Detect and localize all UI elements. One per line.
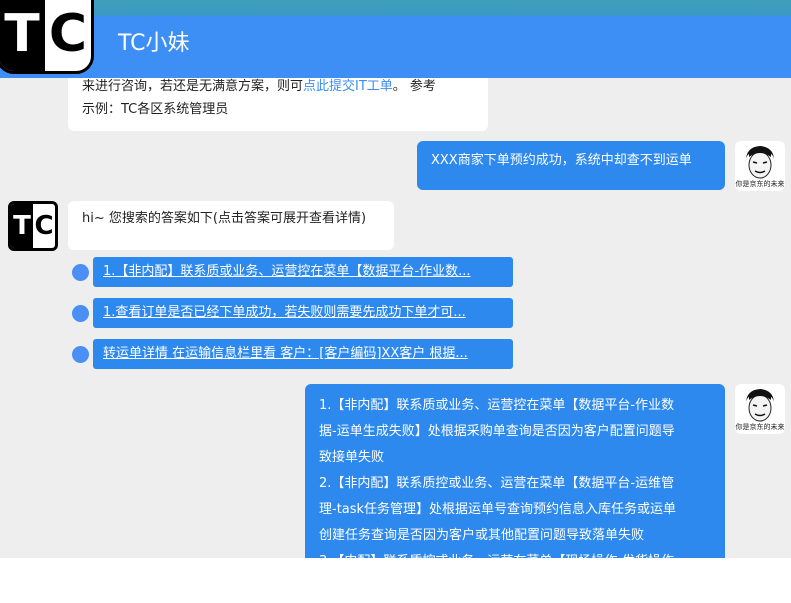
- answer-link-3[interactable]: 转运单详情 在运输信息栏里看 客户：[客户编码]XX客户 根据...: [93, 339, 513, 369]
- user-question-text: XXX商家下单预约成功，系统中却查不到运单: [431, 153, 692, 168]
- answer-detail-message: 1.【非内配】联系质或业务、运营控在菜单【数据平台-作业数 据-运单生成失败】处…: [305, 384, 725, 558]
- user-avatar: 你是京东的未来: [735, 141, 785, 191]
- detail-line: 创建任务查询是否因为客户或其他配置问题导致落单失败: [319, 528, 645, 543]
- chat-area: 来进行咨询，若还是无满意方案，则可点此提交IT工单。 参考 示例：TC各区系统管…: [0, 0, 791, 558]
- answer-bullet-icon: [72, 346, 89, 363]
- answer-bullet-icon: [72, 305, 89, 322]
- answer-link-1[interactable]: 1.【非内配】联系质或业务、运营控在菜单【数据平台-作业数...: [93, 257, 513, 287]
- meme-face-icon: [745, 389, 775, 422]
- header-logo-letter-t: T: [4, 4, 40, 64]
- bot-message-it-ticket: 来进行咨询，若还是无满意方案，则可点此提交IT工单。 参考 示例：TC各区系统管…: [68, 72, 488, 131]
- bot-intro-text: hi~ 您搜索的答案如下(点击答案可展开查看详情): [82, 211, 367, 226]
- submit-it-ticket-link[interactable]: 点此提交IT工单: [303, 79, 393, 94]
- detail-line: 致接单失败: [319, 450, 385, 465]
- answer-bullet-icon: [72, 264, 89, 281]
- header-logo-letter-c: C: [48, 4, 88, 64]
- user-avatar-caption: 你是京东的未来: [735, 180, 785, 188]
- bot-avatar: T C: [8, 201, 58, 251]
- app-header: TC小妹: [0, 0, 791, 78]
- answer-item-2: 1.查看订单是否已经下单成功，若失败则需要先成功下单才可...: [72, 298, 514, 328]
- detail-line: 3.【内配】联系质控或业务、运营在菜单【现场操作-发货操作-: [319, 549, 711, 558]
- bot-avatar-letter-t: T: [13, 211, 31, 241]
- bot-message-text-suffix: 。 参考: [392, 79, 436, 94]
- answer-item-3: 转运单详情 在运输信息栏里看 客户：[客户编码]XX客户 根据...: [72, 339, 514, 369]
- detail-line: 理-task任务管理】处根据运单号查询预约信息入库任务或运单: [319, 502, 677, 517]
- page-title: TC小妹: [118, 31, 190, 56]
- header-logo: T C: [0, 0, 94, 74]
- answer-item-1: 1.【非内配】联系质或业务、运营控在菜单【数据平台-作业数...: [72, 257, 514, 287]
- user-message-question: XXX商家下单预约成功，系统中却查不到运单: [417, 141, 725, 190]
- detail-line: 据-运单生成失败】处根据采购单查询是否因为客户配置问题导: [319, 424, 675, 439]
- header-top-strip: [0, 0, 791, 16]
- bot-message-text-prefix: 来进行咨询，若还是无满意方案，则可: [82, 79, 304, 94]
- user-avatar-caption: 你是京东的未来: [735, 423, 785, 431]
- detail-line: 1.【非内配】联系质或业务、运营控在菜单【数据平台-作业数: [319, 398, 675, 413]
- user-avatar: 你是京东的未来: [735, 384, 785, 434]
- bot-avatar-letter-c: C: [34, 211, 54, 241]
- detail-line: 2.【非内配】联系质控或业务、运营在菜单【数据平台-运维管: [319, 476, 675, 491]
- bot-message-line-2: 示例：TC各区系统管理员: [82, 102, 229, 117]
- meme-face-icon: [745, 146, 775, 179]
- bot-message-intro: hi~ 您搜索的答案如下(点击答案可展开查看详情): [68, 201, 394, 250]
- answer-link-2[interactable]: 1.查看订单是否已经下单成功，若失败则需要先成功下单才可...: [93, 298, 513, 328]
- bot-message-line-1: 来进行咨询，若还是无满意方案，则可点此提交IT工单。 参考: [82, 75, 474, 98]
